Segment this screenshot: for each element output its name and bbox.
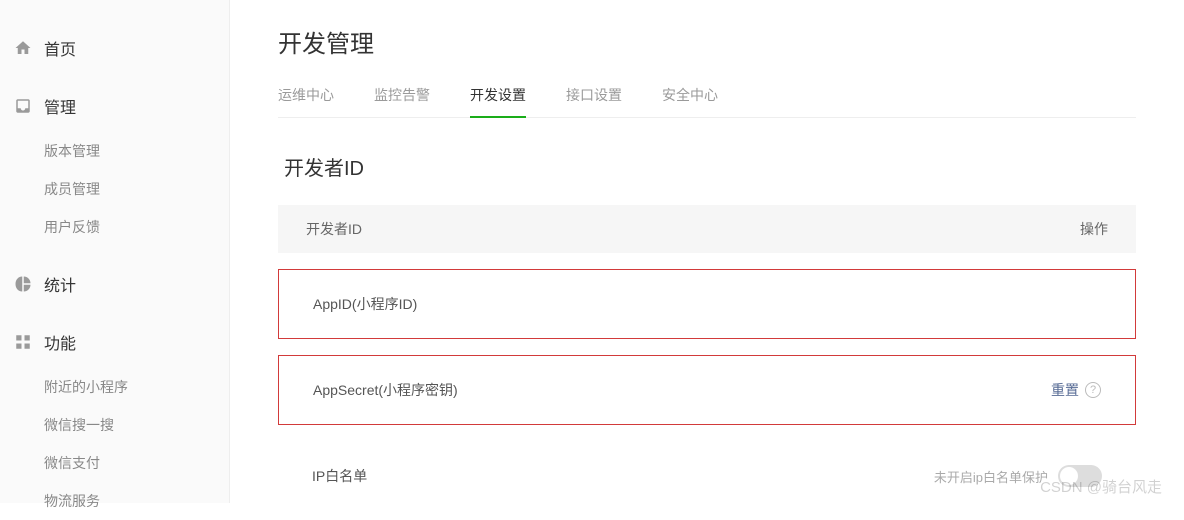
nav-manage[interactable]: 管理 [0, 86, 229, 126]
column-action-label: 操作 [1028, 219, 1108, 239]
main-content: 开发管理 运维中心 监控告警 开发设置 接口设置 安全中心 开发者ID 开发者I… [230, 0, 1184, 503]
section-title: 开发者ID [278, 152, 1136, 181]
appid-label: AppID(小程序ID) [313, 294, 513, 314]
nav-home[interactable]: 首页 [0, 28, 229, 68]
tab-security[interactable]: 安全中心 [662, 73, 718, 117]
page-title: 开发管理 [278, 24, 1136, 59]
nav-home-label: 首页 [44, 36, 76, 60]
tab-api-settings[interactable]: 接口设置 [566, 73, 622, 117]
ip-whitelist-label: IP白名单 [312, 466, 512, 486]
table-header: 开发者ID 操作 [278, 205, 1136, 253]
ip-whitelist-toggle[interactable] [1058, 465, 1102, 487]
nav-stats-label: 统计 [44, 272, 76, 296]
nav-item-nearby[interactable]: 附近的小程序 [44, 368, 229, 406]
tab-dev-settings[interactable]: 开发设置 [470, 73, 526, 117]
nav-manage-label: 管理 [44, 94, 76, 118]
row-appid: AppID(小程序ID) [278, 269, 1136, 339]
nav-features-label: 功能 [44, 330, 76, 354]
nav-item-search[interactable]: 微信搜一搜 [44, 406, 229, 444]
inbox-icon [14, 97, 32, 115]
nav-item-members[interactable]: 成员管理 [44, 170, 229, 208]
tabs: 运维中心 监控告警 开发设置 接口设置 安全中心 [278, 73, 1136, 118]
grid-icon [14, 333, 32, 351]
reset-link[interactable]: 重置 [1051, 380, 1079, 400]
tab-ops[interactable]: 运维中心 [278, 73, 334, 117]
nav-features[interactable]: 功能 [0, 322, 229, 362]
help-icon[interactable]: ? [1085, 382, 1101, 398]
row-appsecret: AppSecret(小程序密钥) 重置 ? [278, 355, 1136, 425]
nav-item-pay[interactable]: 微信支付 [44, 444, 229, 482]
nav-item-version[interactable]: 版本管理 [44, 132, 229, 170]
home-icon [14, 39, 32, 57]
sidebar: 首页 管理 版本管理 成员管理 用户反馈 统计 功能 [0, 0, 230, 503]
pie-chart-icon [14, 275, 32, 293]
nav-item-feedback[interactable]: 用户反馈 [44, 208, 229, 246]
ip-whitelist-status: 未开启ip白名单保护 [934, 467, 1048, 486]
appsecret-label: AppSecret(小程序密钥) [313, 380, 513, 400]
column-id-label: 开发者ID [306, 219, 1028, 239]
tab-monitor[interactable]: 监控告警 [374, 73, 430, 117]
row-ip-whitelist: IP白名单 未开启ip白名单保护 [278, 457, 1136, 495]
nav-item-logistics[interactable]: 物流服务 [44, 482, 229, 520]
nav-stats[interactable]: 统计 [0, 264, 229, 304]
